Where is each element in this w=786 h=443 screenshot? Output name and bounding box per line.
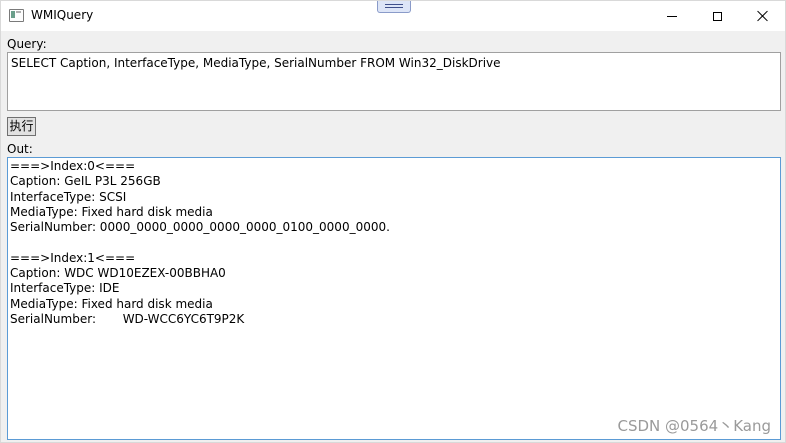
minimize-icon xyxy=(667,15,677,17)
close-icon xyxy=(757,10,769,22)
watermark-text: CSDN @0564丶Kang xyxy=(617,417,771,435)
output-line: SerialNumber: 0000_0000_0000_0000_0000_0… xyxy=(10,220,390,235)
output-line: InterfaceType: IDE xyxy=(10,281,120,296)
output-line: Caption: GeIL P3L 256GB xyxy=(10,174,161,189)
output-line: ===>Index:1<=== xyxy=(10,250,136,265)
query-label: Query: xyxy=(7,37,47,51)
output-textarea[interactable]: ===>Index:0<=== Caption: GeIL P3L 256GB … xyxy=(7,157,781,440)
maximize-button[interactable] xyxy=(695,1,739,31)
close-button[interactable] xyxy=(741,1,785,31)
execute-button[interactable]: 执行 xyxy=(7,117,36,136)
snap-layout-grip-icon[interactable] xyxy=(377,1,411,13)
window-title: WMIQuery xyxy=(31,8,94,22)
app-window: WMIQuery Query: SELECT Caption, Interfac… xyxy=(0,0,786,443)
output-line: MediaType: Fixed hard disk media xyxy=(10,296,213,311)
output-label: Out: xyxy=(7,142,33,156)
maximize-icon xyxy=(712,11,722,21)
minimize-button[interactable] xyxy=(650,1,694,31)
app-window-icon xyxy=(9,9,24,22)
output-line: Caption: WDC WD10EZEX-00BBHA0 xyxy=(10,266,226,281)
output-line: SerialNumber: WD-WCC6YC6T9P2K xyxy=(10,311,245,326)
output-line: MediaType: Fixed hard disk media xyxy=(10,204,213,219)
output-line: ===>Index:0<=== xyxy=(10,159,136,173)
output-line: InterfaceType: SCSI xyxy=(10,189,127,204)
query-input[interactable]: SELECT Caption, InterfaceType, MediaType… xyxy=(7,52,781,111)
title-bar[interactable]: WMIQuery xyxy=(1,1,785,31)
